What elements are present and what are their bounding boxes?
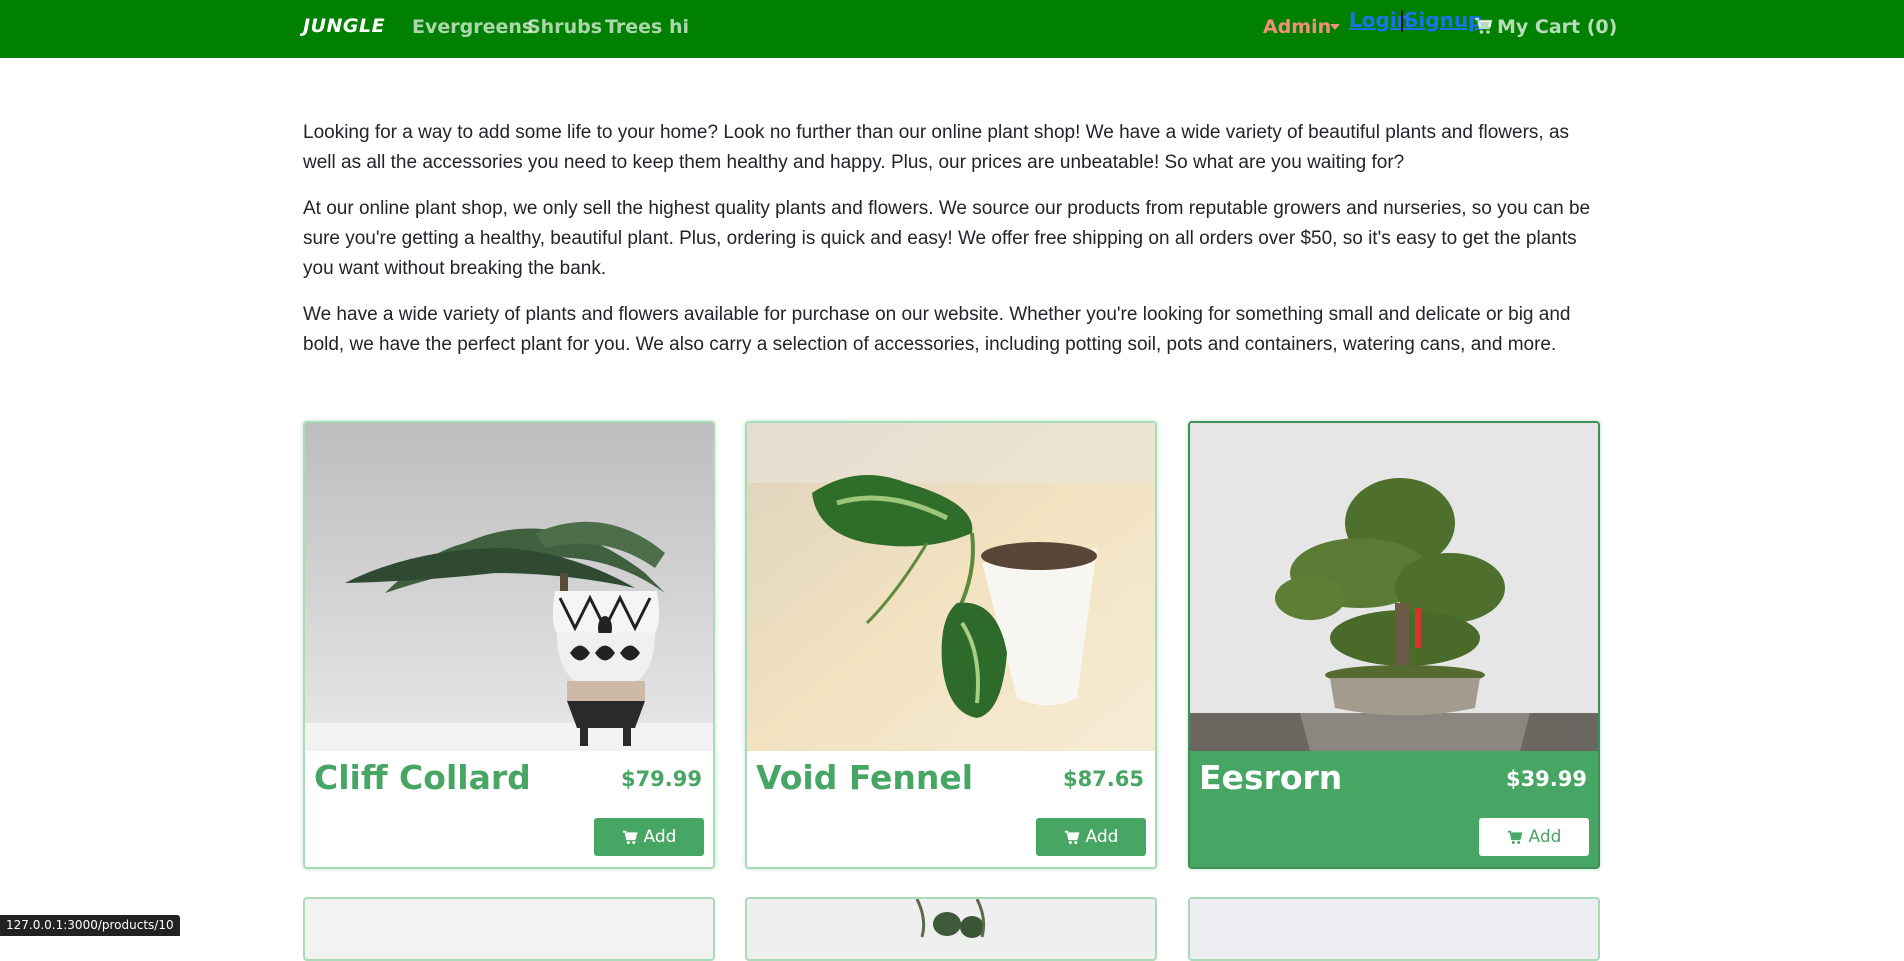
admin-dropdown[interactable]: Admin bbox=[1263, 16, 1331, 38]
product-name[interactable]: Cliff Collard bbox=[314, 758, 531, 797]
cart-icon bbox=[1064, 830, 1079, 844]
intro-paragraph: At our online plant shop, we only sell t… bbox=[303, 198, 1591, 279]
caret-down-icon[interactable] bbox=[1330, 24, 1340, 30]
auth-divider bbox=[1401, 10, 1403, 32]
product-card-cliff-collard[interactable]: Cliff Collard $79.99 Add bbox=[303, 421, 715, 869]
add-button-label: Add bbox=[1528, 827, 1562, 847]
cart-icon bbox=[622, 830, 637, 844]
cart-link[interactable]: My Cart (0) bbox=[1474, 16, 1617, 38]
nav-link-trees[interactable]: Trees bbox=[605, 16, 662, 38]
cart-icon bbox=[1507, 830, 1522, 844]
intro-paragraph: Looking for a way to add some life to yo… bbox=[303, 122, 1570, 173]
product-card-partial[interactable] bbox=[745, 897, 1157, 961]
add-to-cart-button[interactable]: Add bbox=[1036, 818, 1146, 856]
product-image[interactable] bbox=[1190, 423, 1598, 751]
product-name[interactable]: Eesrorn bbox=[1199, 758, 1342, 797]
nav-link-evergreens[interactable]: Evergreens bbox=[412, 16, 533, 38]
brand-logo[interactable]: JUNGLE bbox=[303, 15, 385, 37]
nav-link-shrubs[interactable]: Shrubs bbox=[527, 16, 602, 38]
product-image bbox=[915, 898, 986, 938]
product-card-eesrorn[interactable]: Eesrorn $39.99 Add bbox=[1188, 421, 1600, 869]
product-name[interactable]: Void Fennel bbox=[756, 758, 973, 797]
add-to-cart-button[interactable]: Add bbox=[1479, 818, 1589, 856]
cart-label: My Cart (0) bbox=[1497, 16, 1618, 38]
add-to-cart-button[interactable]: Add bbox=[594, 818, 704, 856]
status-bar-url: 127.0.0.1:3000/products/10 bbox=[0, 915, 180, 936]
product-card-partial[interactable] bbox=[1188, 897, 1600, 961]
product-card-void-fennel[interactable]: Void Fennel $87.65 Add bbox=[745, 421, 1157, 869]
product-card-partial[interactable] bbox=[303, 897, 715, 961]
product-image[interactable] bbox=[747, 423, 1155, 751]
nav-link-hi[interactable]: hi bbox=[669, 16, 689, 38]
signup-link[interactable]: Signup bbox=[1404, 8, 1482, 32]
product-price: $39.99 bbox=[1505, 767, 1587, 791]
product-price: $87.65 bbox=[1062, 767, 1144, 791]
intro-paragraph: We have a wide variety of plants and flo… bbox=[303, 304, 1571, 355]
cart-icon bbox=[1475, 17, 1493, 34]
product-price: $79.99 bbox=[620, 767, 702, 791]
intro-text: Looking for a way to add some life to yo… bbox=[303, 118, 1593, 376]
navbar: JUNGLE Evergreens Shrubs Trees hi Admin … bbox=[0, 0, 1904, 58]
add-button-label: Add bbox=[643, 827, 677, 847]
product-image[interactable] bbox=[305, 423, 713, 751]
add-button-label: Add bbox=[1085, 827, 1119, 847]
